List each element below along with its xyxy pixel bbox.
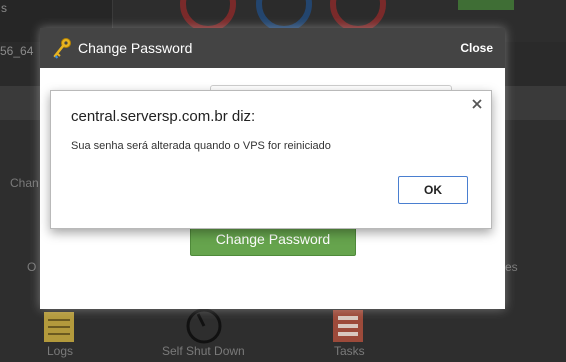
alert-message: Sua senha será alterada quando o VPS for… — [71, 140, 331, 152]
background-tile-label-2: O — [27, 260, 37, 274]
background-green-button — [458, 0, 514, 10]
background-arch-text: 56_64 — [0, 44, 34, 58]
background-text-fragment: s — [1, 1, 7, 15]
alert-origin-text: central.serversp.com.br diz: — [71, 108, 256, 125]
key-icon — [53, 38, 71, 59]
self-shutdown-label: Self Shut Down — [162, 344, 245, 358]
browser-alert-dialog: central.serversp.com.br diz: Sua senha s… — [50, 90, 492, 229]
background-tile-label: Chan — [10, 176, 39, 190]
tasks-icon — [333, 310, 363, 342]
ok-button[interactable]: OK — [398, 176, 468, 204]
self-shutdown-icon — [186, 308, 222, 344]
background-tile-label-3: es — [505, 260, 518, 274]
modal-header: Change Password Close — [40, 28, 505, 68]
close-icon[interactable] — [471, 98, 483, 110]
modal-title: Change Password — [78, 40, 193, 56]
logs-icon — [44, 312, 74, 342]
tasks-label: Tasks — [334, 344, 365, 358]
close-button[interactable]: Close — [460, 41, 493, 55]
logs-label: Logs — [47, 344, 74, 358]
